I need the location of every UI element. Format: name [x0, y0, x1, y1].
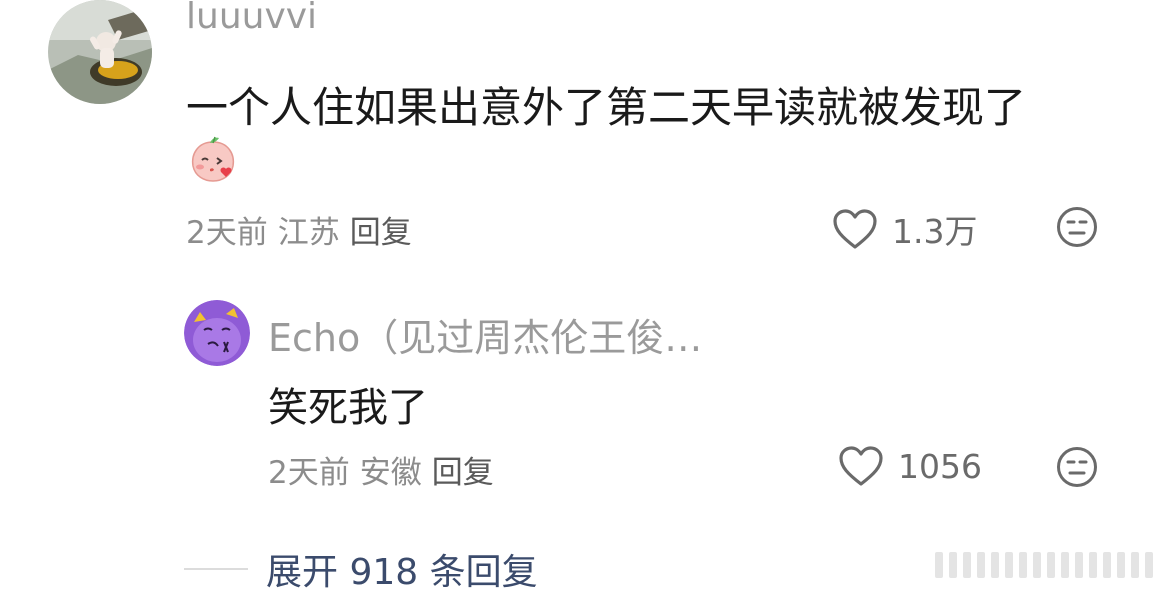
- comment-meta: 2天前 江苏 回复: [186, 207, 412, 252]
- reply-like-count: 1056: [898, 446, 982, 486]
- comment-thread: luuuvvi 一个人住如果出意外了第二天早读就被发现了 2天前 江苏 回复 1…: [0, 0, 1170, 590]
- comment-username[interactable]: luuuvvi: [186, 0, 317, 37]
- meh-face-icon: [1056, 206, 1098, 248]
- reply-dislike-button[interactable]: [1056, 446, 1098, 488]
- expand-replies-button[interactable]: 展开 918 条回复: [266, 543, 538, 590]
- heart-outline-icon: [838, 445, 898, 487]
- reply-location: 安徽: [359, 455, 422, 491]
- peach-kiss-emoji-icon: [188, 136, 238, 182]
- avatar[interactable]: [48, 0, 152, 104]
- reply-text: 笑死我了: [268, 385, 428, 431]
- comment: luuuvvi 一个人住如果出意外了第二天早读就被发现了 2天前 江苏 回复 1…: [0, 0, 1170, 260]
- like-button[interactable]: 1.3万: [832, 205, 977, 253]
- watermark: [935, 548, 1165, 582]
- reply-time: 2天前: [268, 455, 350, 491]
- heart-outline-icon: [832, 208, 892, 250]
- like-count: 1.3万: [892, 212, 978, 251]
- reply-comment: Echo（见过周杰伦王俊… 笑死我了 2天前 安徽 回复 1056: [0, 295, 1170, 495]
- comment-text: 一个人住如果出意外了第二天早读就被发现了: [186, 83, 1027, 132]
- meh-face-icon: [1056, 446, 1098, 488]
- reply-button[interactable]: 回复: [350, 215, 412, 251]
- reply-avatar[interactable]: [184, 300, 250, 366]
- reply-meta: 2天前 安徽 回复: [268, 447, 494, 492]
- comment-location: 江苏: [277, 215, 340, 251]
- comment-time: 2天前: [186, 215, 268, 251]
- reply-reply-button[interactable]: 回复: [432, 455, 494, 491]
- reply-username[interactable]: Echo（见过周杰伦王俊…: [268, 307, 702, 362]
- dislike-button[interactable]: [1056, 206, 1098, 248]
- reply-like-button[interactable]: 1056: [838, 445, 982, 487]
- expand-divider: [184, 568, 248, 570]
